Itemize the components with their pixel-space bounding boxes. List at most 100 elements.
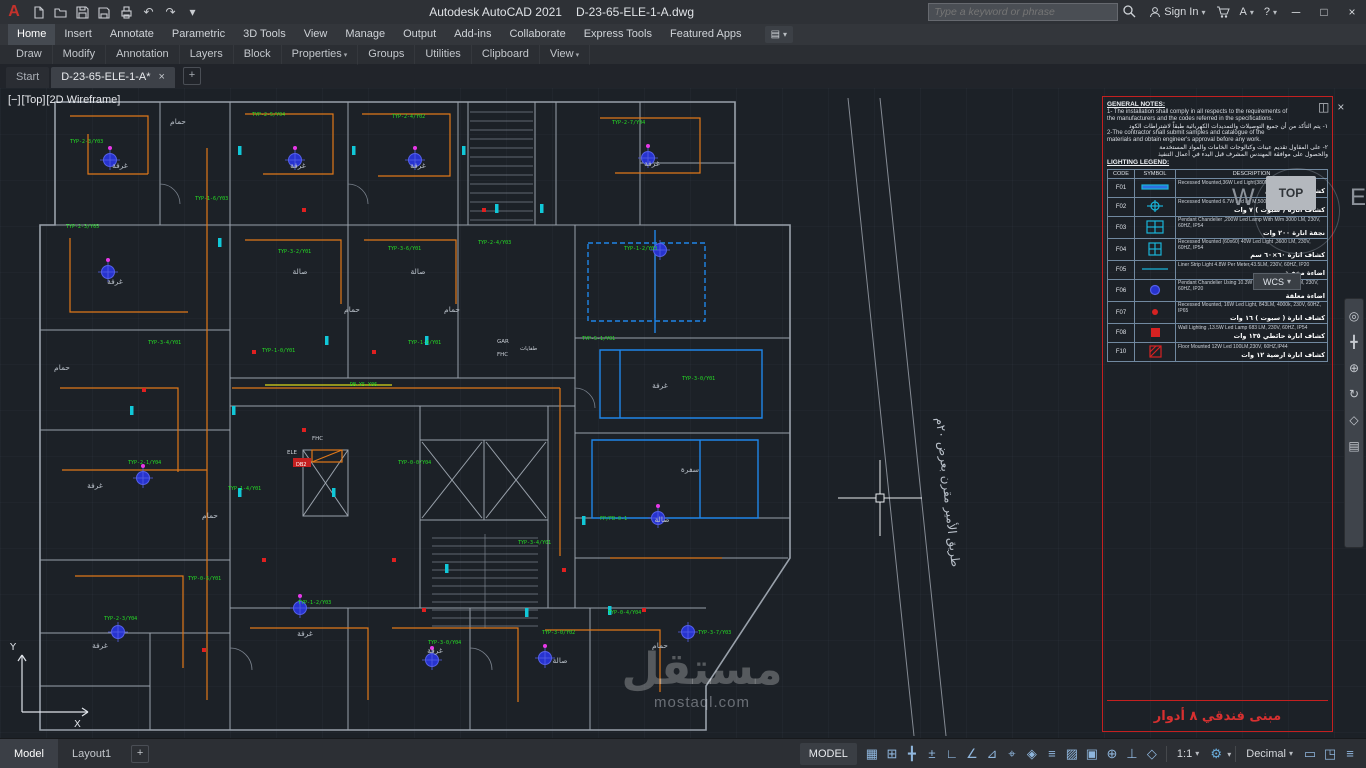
status-customization-icon[interactable]: ≡ <box>1340 743 1360 765</box>
save-icon[interactable] <box>72 2 93 22</box>
ribbon-panel-block[interactable]: Block <box>234 45 282 64</box>
ribbon-tab-3d-tools[interactable]: 3D Tools <box>234 24 295 45</box>
ribbon-tab-add-ins[interactable]: Add-ins <box>445 24 500 45</box>
settings-gear-icon[interactable]: ⚙ <box>1206 743 1226 765</box>
legend-row-f03: F03 Pendant Chandelier ,200W Led Lamp Wit… <box>1107 216 1328 239</box>
navigation-wheel-icon[interactable]: ◎ <box>1349 309 1359 323</box>
svg-text:TYP-1-6/Y03: TYP-1-6/Y03 <box>195 196 228 202</box>
search-icon[interactable] <box>1122 4 1136 21</box>
ribbon-panel-utilities[interactable]: Utilities <box>415 45 472 64</box>
legend-symbol-line-icon <box>1134 260 1176 280</box>
ribbon-tab-insert[interactable]: Insert <box>55 24 101 45</box>
close-button[interactable]: × <box>1338 0 1366 24</box>
status-grid-display-icon[interactable]: ▦ <box>862 743 882 765</box>
legend-row-f02: F02 Recessed Mounted 6.7W Led Lg M,500LM,… <box>1107 197 1328 217</box>
ribbon-panel-layers[interactable]: Layers <box>180 45 234 64</box>
crosshair-cursor <box>838 460 922 536</box>
general-note-line: 2-The contractor shall submit samples an… <box>1107 130 1265 136</box>
status-dynamic-input-icon[interactable]: ± <box>922 743 942 765</box>
svg-text:TYP-3-4/Y01: TYP-3-4/Y01 <box>148 340 181 346</box>
ribbon-tab-home[interactable]: Home <box>8 24 56 45</box>
ribbon-display-toggle[interactable]: ▤ ▾ <box>764 26 794 43</box>
model-tab[interactable]: Model <box>0 739 58 768</box>
status-snap-mode-icon[interactable]: ⊞ <box>882 743 902 765</box>
status-object-snap-tracking-icon[interactable]: ⌖ <box>1002 743 1022 765</box>
undo-icon[interactable]: ↶ <box>138 2 159 22</box>
viewport-close-icon[interactable]: × <box>1337 100 1344 114</box>
ribbon-panel-draw[interactable]: Draw <box>6 45 53 64</box>
status-3d-object-snap-icon[interactable]: ⊕ <box>1102 743 1122 765</box>
maximize-button[interactable]: □ <box>1310 0 1338 24</box>
svg-text:TYP-0-0/Y04: TYP-0-0/Y04 <box>398 460 431 466</box>
ribbon-panel-properties[interactable]: Properties ▾ <box>282 44 359 65</box>
viewport-restore-icon[interactable]: ◫ <box>1318 100 1329 114</box>
ribbon-panel-groups[interactable]: Groups <box>358 45 416 64</box>
svg-text:TYP-2-5/Y04: TYP-2-5/Y04 <box>252 112 285 118</box>
status-selection-cycling-icon[interactable]: ▣ <box>1082 743 1102 765</box>
ribbon-tab-express-tools[interactable]: Express Tools <box>575 24 661 45</box>
close-tab-icon[interactable]: × <box>159 67 165 88</box>
ribbon-tab-view[interactable]: View <box>295 24 337 45</box>
legend-header-description: DESCRIPTION <box>1175 169 1328 179</box>
autocad-logo-icon[interactable]: A <box>0 0 28 24</box>
redo-icon[interactable]: ↷ <box>160 2 181 22</box>
ribbon-panel-clipboard[interactable]: Clipboard <box>472 45 540 64</box>
gear-dropdown-icon[interactable]: ▾ <box>1227 750 1231 759</box>
quick-access-dropdown-icon[interactable]: ▾ <box>182 2 203 22</box>
autodesk-app-icon[interactable]: A ▾ <box>1240 6 1254 18</box>
ribbon-tab-output[interactable]: Output <box>394 24 445 45</box>
status-transparency-icon[interactable]: ▨ <box>1062 743 1082 765</box>
annotation-scale-dropdown[interactable]: 1:1 ▾ <box>1171 743 1205 765</box>
model-space-canvas[interactable]: [−] [Top] [2D Wireframe] طريق الأمير مقر… <box>0 88 1366 738</box>
model-paper-toggle[interactable]: MODEL <box>799 743 857 765</box>
app-title: Autodesk AutoCAD 2021 <box>429 5 562 19</box>
ribbon-tab-annotate[interactable]: Annotate <box>101 24 163 45</box>
minimize-button[interactable]: ─ <box>1282 0 1310 24</box>
new-file-icon[interactable] <box>28 2 49 22</box>
file-tab-active-document[interactable]: D-23-65-ELE-1-A* × <box>51 67 175 88</box>
ribbon-tab-manage[interactable]: Manage <box>336 24 394 45</box>
sign-in-button[interactable]: Sign In ▾ <box>1149 6 1206 18</box>
ribbon-panel-modify[interactable]: Modify <box>53 45 107 64</box>
units-dropdown[interactable]: Decimal ▾ <box>1240 743 1299 765</box>
file-tab-start[interactable]: Start <box>6 67 50 88</box>
open-folder-icon[interactable] <box>50 2 71 22</box>
ribbon-panel-annotation[interactable]: Annotation <box>106 45 180 64</box>
zoom-icon[interactable]: ⊕ <box>1349 361 1359 375</box>
orbit-icon[interactable]: ↻ <box>1349 387 1359 401</box>
ribbon-panel-view[interactable]: View ▾ <box>540 44 591 65</box>
legend-symbol-grid-plus-icon <box>1134 216 1176 239</box>
status-object-snap-icon[interactable]: ◈ <box>1022 743 1042 765</box>
new-tab-button[interactable]: + <box>182 67 201 85</box>
help-icon[interactable]: ? ▾ <box>1264 6 1277 18</box>
ribbon-tab-parametric[interactable]: Parametric <box>163 24 234 45</box>
search-input[interactable] <box>928 3 1119 21</box>
svg-text:صالة: صالة <box>293 267 308 276</box>
viewport-visualstyle-control[interactable]: [2D Wireframe] <box>46 94 120 106</box>
pan-icon[interactable]: ╋ <box>1350 335 1357 349</box>
status-dynamic-ucs-icon[interactable]: ⊥ <box>1122 743 1142 765</box>
viewport-view-control[interactable]: [Top] <box>22 94 46 106</box>
viewport-minimize-control[interactable]: [−] <box>8 94 21 106</box>
legend-symbol-grid-square-icon <box>1134 238 1176 261</box>
navbar-more-icon[interactable]: ▤ <box>1348 439 1359 453</box>
wcs-menu[interactable]: WCS ▾ <box>1253 273 1301 290</box>
app-store-cart-icon[interactable] <box>1216 6 1230 18</box>
status-lineweight-icon[interactable]: ≡ <box>1042 743 1062 765</box>
showmotion-icon[interactable]: ◇ <box>1349 413 1358 427</box>
ribbon-tab-collaborate[interactable]: Collaborate <box>500 24 574 45</box>
status-infer-constraints-icon[interactable]: ╋ <box>902 743 922 765</box>
new-layout-button[interactable]: + <box>131 745 150 763</box>
layout1-tab[interactable]: Layout1 <box>58 739 125 768</box>
ribbon-tab-featured-apps[interactable]: Featured Apps <box>661 24 751 45</box>
status-isometric-drafting-icon[interactable]: ⊿ <box>982 743 1002 765</box>
status-ortho-mode-icon[interactable]: ∟ <box>942 743 962 765</box>
svg-text:FHC: FHC <box>312 436 323 442</box>
status-bar: Model Layout1 + MODEL ▦ ⊞ ╋ ± ∟ ∠ ⊿ ⌖ ◈ ≡ ▨ ▣ ⊕ ⊥ ◇ 1:… <box>0 738 1366 768</box>
save-as-icon[interactable] <box>94 2 115 22</box>
status-polar-tracking-icon[interactable]: ∠ <box>962 743 982 765</box>
status-selection-filtering-icon[interactable]: ◇ <box>1142 743 1162 765</box>
status-annotation-monitor-icon[interactable]: ▭ <box>1300 743 1320 765</box>
status-clean-screen-icon[interactable]: ◳ <box>1320 743 1340 765</box>
plot-icon[interactable] <box>116 2 137 22</box>
